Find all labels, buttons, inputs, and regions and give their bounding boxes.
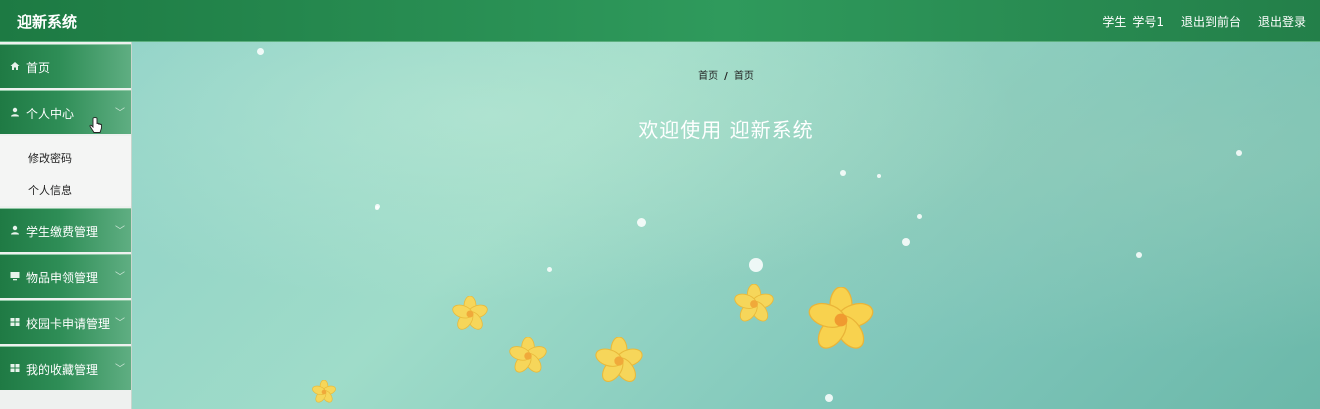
flower-decoration (595, 337, 643, 382)
sidebar-item-personal-center[interactable]: 个人中心 ﹀ (0, 90, 131, 134)
top-bar: 迎新系统 学生 学号1 退出到前台 退出登录 (0, 0, 1320, 42)
monitor-icon (10, 271, 20, 281)
bokeh-dot (547, 267, 552, 272)
bokeh-dot (1236, 150, 1242, 156)
top-nav: 学生 学号1 退出到前台 退出登录 (1102, 13, 1306, 30)
chevron-down-icon: ﹀ (115, 364, 125, 375)
user-name: 学号1 (1132, 15, 1164, 29)
bokeh-dot (825, 394, 833, 402)
grid-icon (10, 317, 20, 327)
breadcrumb: 首页 / 首页 (132, 67, 1320, 82)
sidebar-item-campus-card[interactable]: 校园卡申请管理 ﹀ (0, 300, 131, 344)
bokeh-dot (917, 214, 922, 219)
bokeh-dot (375, 206, 379, 210)
sidebar-item-goods-claim[interactable]: 物品申领管理 ﹀ (0, 254, 131, 298)
sidebar-item-label: 物品申领管理 (26, 271, 99, 285)
breadcrumb-separator: / (724, 71, 728, 82)
home-icon (10, 61, 20, 71)
current-user: 学生 学号1 (1102, 13, 1164, 30)
flower-decoration (452, 296, 488, 330)
bokeh-dot (257, 48, 264, 55)
grid-icon (10, 363, 20, 373)
exit-to-front-link[interactable]: 退出到前台 (1181, 13, 1241, 30)
sidebar-item-home[interactable]: 首页 (0, 44, 131, 88)
sidebar-item-favorites[interactable]: 我的收藏管理 ﹀ (0, 346, 131, 390)
submenu-personal-info[interactable]: 个人信息 (28, 182, 72, 198)
welcome-heading: 欢迎使用 迎新系统 (638, 118, 814, 142)
flower-decoration (509, 337, 547, 373)
sidebar: 首页 个人中心 ﹀ 修改密码 个人信息 学生缴费管理 ﹀ 物品申领管理 ﹀ 校园… (0, 42, 132, 409)
flower-decoration (312, 380, 336, 403)
sidebar-item-label: 学生缴费管理 (26, 225, 99, 239)
chevron-down-icon: ﹀ (115, 226, 125, 237)
sidebar-item-label: 个人中心 (26, 107, 75, 121)
sidebar-item-label: 我的收藏管理 (26, 363, 99, 377)
user-icon (10, 225, 20, 235)
sidebar-item-label: 校园卡申请管理 (26, 317, 111, 331)
pointer-cursor-icon (88, 117, 104, 138)
breadcrumb-item: 首页 (733, 71, 754, 82)
bokeh-dot (902, 238, 910, 246)
bokeh-dot (1136, 252, 1142, 258)
bokeh-dot (840, 170, 846, 176)
app-title: 迎新系统 (17, 13, 78, 31)
bokeh-dot (877, 174, 881, 178)
chevron-down-icon: ﹀ (115, 318, 125, 329)
flower-decoration (734, 284, 774, 322)
main-content: 首页 / 首页 欢迎使用 迎新系统 (132, 42, 1320, 409)
sidebar-item-label: 首页 (26, 61, 51, 75)
bokeh-dot (749, 258, 763, 272)
chevron-down-icon: ﹀ (115, 272, 125, 283)
sidebar-item-payment-management[interactable]: 学生缴费管理 ﹀ (0, 208, 131, 252)
submenu-change-password[interactable]: 修改密码 (28, 150, 72, 166)
logout-link[interactable]: 退出登录 (1258, 13, 1306, 30)
breadcrumb-item[interactable]: 首页 (698, 71, 718, 82)
flower-decoration (808, 287, 874, 349)
personal-center-submenu: 修改密码 个人信息 (0, 136, 131, 206)
chevron-down-icon: ﹀ (115, 108, 125, 119)
user-role: 学生 (1102, 15, 1127, 29)
user-icon (10, 107, 20, 117)
bokeh-dot (637, 218, 646, 227)
